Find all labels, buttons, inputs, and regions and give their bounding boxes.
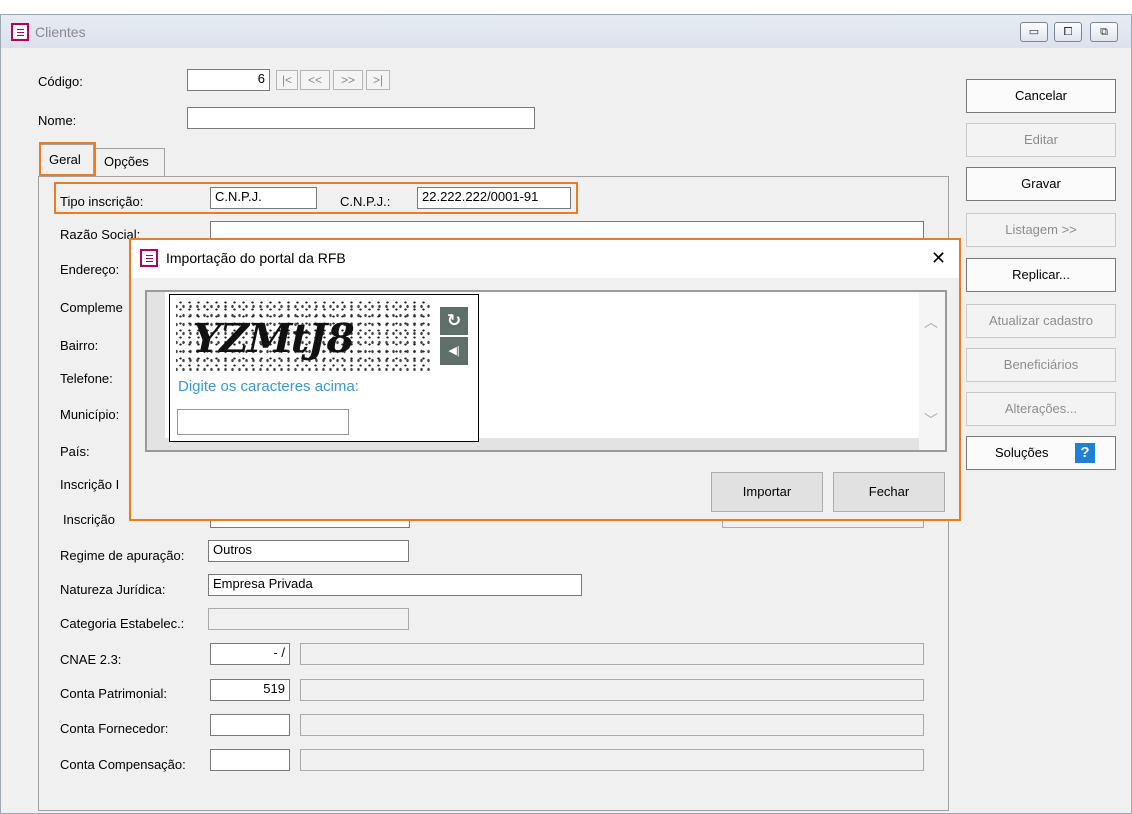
captcha-refresh-icon[interactable]: ↻ bbox=[440, 307, 468, 335]
bairro-label: Bairro: bbox=[60, 338, 99, 353]
conta-compensacao-field[interactable] bbox=[210, 749, 290, 771]
window-title: Clientes bbox=[35, 24, 86, 40]
scroll-down-icon: ﹀ bbox=[924, 412, 938, 428]
maximize-button[interactable]: ⧠ bbox=[1054, 22, 1082, 42]
importar-button[interactable]: Importar bbox=[711, 472, 823, 512]
captcha-input[interactable] bbox=[177, 409, 349, 435]
codigo-label: Código: bbox=[38, 74, 83, 89]
frame-left-bar bbox=[147, 292, 165, 450]
inscricao-municipal-label: Inscrição bbox=[63, 512, 116, 527]
tab-opcoes[interactable]: Opções bbox=[95, 148, 165, 176]
nome-label: Nome: bbox=[38, 113, 77, 128]
telefone-label: Telefone: bbox=[60, 371, 113, 386]
captcha-box: YZMtJ8 ↻ ◀| Digite os caracteres acima: bbox=[169, 294, 479, 442]
listagem-button[interactable]: Listagem >> bbox=[966, 213, 1116, 247]
close-button[interactable]: ⧉ bbox=[1090, 22, 1118, 42]
import-dialog: Importação do portal da RFB ✕ ︿ ﹀ YZMtJ8… bbox=[129, 238, 961, 521]
inscricao-estadual-label: Inscrição I bbox=[60, 477, 120, 492]
alteracoes-button[interactable]: Alterações... bbox=[966, 392, 1116, 426]
categoria-field[interactable] bbox=[208, 608, 409, 630]
conta-fornecedor-description bbox=[300, 714, 924, 736]
dialog-app-icon bbox=[140, 249, 158, 267]
conta-compensacao-description bbox=[300, 749, 924, 771]
fechar-button[interactable]: Fechar bbox=[833, 472, 945, 512]
dialog-title: Importação do portal da RFB bbox=[166, 250, 346, 266]
app-icon bbox=[11, 23, 29, 41]
frame-scrollbar[interactable]: ︿ ﹀ bbox=[919, 292, 945, 450]
codigo-field[interactable]: 6 bbox=[187, 69, 270, 91]
nav-next-button[interactable]: >> bbox=[333, 70, 363, 90]
nav-prev-button[interactable]: << bbox=[300, 70, 330, 90]
solucoes-label: Soluções bbox=[995, 445, 1049, 460]
captcha-audio-icon[interactable]: ◀| bbox=[440, 337, 468, 365]
conta-fornecedor-field[interactable] bbox=[210, 714, 290, 736]
cnae-code-field[interactable]: - / bbox=[210, 643, 290, 665]
cnpj-row-highlight bbox=[54, 182, 578, 214]
title-bar: Clientes ▭ ⧠ ⧉ bbox=[1, 15, 1131, 48]
cancelar-button[interactable]: Cancelar bbox=[966, 79, 1116, 113]
dialog-title-bar: Importação do portal da RFB ✕ bbox=[131, 240, 959, 278]
solucoes-button[interactable]: Soluções ? bbox=[966, 436, 1116, 470]
captcha-image: YZMtJ8 bbox=[176, 299, 430, 371]
tab-opcoes-label: Opções bbox=[104, 154, 149, 169]
municipio-label: Município: bbox=[60, 407, 120, 422]
captcha-frame: ︿ ﹀ YZMtJ8 ↻ ◀| Digite os caracteres aci… bbox=[145, 290, 947, 452]
beneficiarios-button[interactable]: Beneficiários bbox=[966, 348, 1116, 382]
minimize-button[interactable]: ▭ bbox=[1020, 22, 1048, 42]
nav-last-button[interactable]: >| bbox=[366, 70, 390, 90]
conta-patrimonial-field[interactable]: 519 bbox=[210, 679, 290, 701]
help-icon: ? bbox=[1075, 443, 1095, 463]
dialog-close-icon[interactable]: ✕ bbox=[931, 248, 946, 269]
replicar-button[interactable]: Replicar... bbox=[966, 258, 1116, 292]
nome-field[interactable] bbox=[187, 107, 535, 129]
categoria-label: Categoria Estabelec.: bbox=[60, 616, 185, 631]
conta-compensacao-label: Conta Compensação: bbox=[60, 757, 186, 772]
tab-geral-highlight bbox=[39, 142, 96, 176]
conta-patrimonial-label: Conta Patrimonial: bbox=[60, 686, 167, 701]
captcha-prompt: Digite os caracteres acima: bbox=[178, 378, 359, 395]
conta-fornecedor-label: Conta Fornecedor: bbox=[60, 721, 169, 736]
atualizar-cadastro-button[interactable]: Atualizar cadastro bbox=[966, 304, 1116, 338]
cnae-description-field bbox=[300, 643, 924, 665]
editar-button[interactable]: Editar bbox=[966, 123, 1116, 157]
regime-field[interactable]: Outros bbox=[208, 540, 409, 562]
complemento-label: Compleme bbox=[60, 300, 123, 315]
natureza-field[interactable]: Empresa Privada bbox=[208, 574, 582, 596]
endereco-label: Endereço: bbox=[60, 262, 120, 277]
conta-patrimonial-description bbox=[300, 679, 924, 701]
gravar-button[interactable]: Gravar bbox=[966, 167, 1116, 201]
scroll-up-icon: ︿ bbox=[924, 314, 938, 330]
captcha-image-text: YZMtJ8 bbox=[187, 315, 359, 362]
natureza-label: Natureza Jurídica: bbox=[60, 582, 166, 597]
cnae-label: CNAE 2.3: bbox=[60, 652, 122, 667]
regime-label: Regime de apuração: bbox=[60, 548, 185, 563]
pais-label: País: bbox=[60, 444, 90, 459]
nav-first-button[interactable]: |< bbox=[276, 70, 298, 90]
